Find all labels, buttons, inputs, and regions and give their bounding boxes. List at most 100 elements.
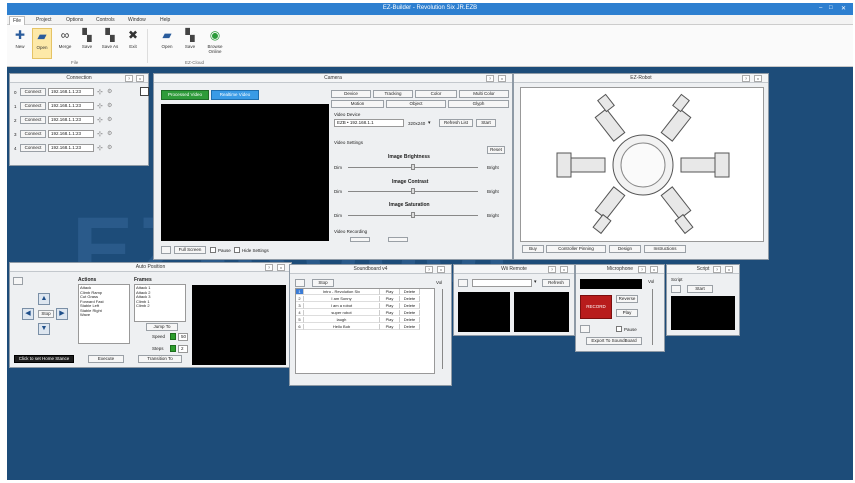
execute-button[interactable]: Execute (88, 355, 124, 363)
wifi-icon[interactable]: ⊹ (97, 144, 103, 152)
window-settings-button[interactable] (161, 246, 171, 254)
start-script-button[interactable]: Start (687, 285, 713, 293)
address-field[interactable]: 192.168.1.1:23 (48, 130, 94, 138)
move-up-button[interactable]: ▲ (38, 293, 50, 305)
record-start-button[interactable] (350, 237, 370, 242)
play-button[interactable]: Play (380, 317, 400, 323)
slider-thumb[interactable] (411, 164, 415, 170)
table-row[interactable]: 2 I am Sonny Play Delete (296, 296, 436, 302)
home-stance-button[interactable]: Click to set Home Stance (14, 355, 74, 363)
table-row[interactable]: 4 super robot Play Delete (296, 310, 436, 316)
reverse-button[interactable]: Reverse (616, 295, 638, 303)
window-help-button[interactable]: ? (486, 75, 494, 82)
window-help-button[interactable]: ? (713, 266, 721, 273)
jump-to-button[interactable]: Jump To (146, 323, 178, 331)
merge-button[interactable]: ∞ Merge (55, 28, 75, 59)
wifi-icon[interactable]: ⊹ (97, 88, 103, 96)
delete-button[interactable]: Delete (400, 324, 420, 330)
menu-file[interactable]: File (9, 16, 26, 25)
tab-color[interactable]: Color (415, 90, 457, 98)
window-close-button[interactable]: x (754, 75, 762, 82)
pause-checkbox[interactable] (616, 326, 622, 332)
delete-button[interactable]: Delete (400, 303, 420, 309)
record-button[interactable]: RECORD (580, 295, 612, 319)
delete-button[interactable]: Delete (400, 310, 420, 316)
move-right-button[interactable]: ▶ (56, 308, 68, 320)
window-close-button[interactable]: x (437, 266, 445, 273)
wifi-icon[interactable]: ⊹ (97, 130, 103, 138)
connect-button[interactable]: Connect (20, 144, 46, 152)
table-row[interactable]: 3 I am a robot Play Delete (296, 303, 436, 309)
table-row[interactable]: 1 Intro - Revolution Six Play Delete (296, 289, 436, 295)
address-field[interactable]: 192.168.1.1:23 (48, 102, 94, 110)
window-close-button[interactable]: x (650, 266, 658, 273)
table-row[interactable]: 5 laugh Play Delete (296, 317, 436, 323)
move-down-button[interactable]: ▼ (38, 323, 50, 335)
steps-field[interactable]: 2 (178, 345, 188, 353)
new-button[interactable]: ✚ New (10, 28, 30, 59)
window-settings-button[interactable] (458, 279, 468, 287)
settings-icon[interactable]: ⚙ (107, 88, 112, 95)
sound-name[interactable]: super robot (304, 310, 380, 316)
sound-name[interactable]: laugh (304, 317, 380, 323)
tab-buy[interactable]: Buy (522, 245, 544, 253)
browse-online-button[interactable]: ◉ Browse Online (203, 28, 227, 59)
cloud-save-button[interactable]: ▚ Save (180, 28, 200, 59)
realtime-video-button[interactable]: Realtime Video (211, 90, 259, 100)
start-camera-button[interactable]: Start (476, 119, 496, 127)
tab-glyph[interactable]: Glyph (448, 100, 509, 108)
tab-instructions[interactable]: Instructions (644, 245, 686, 253)
menu-controls[interactable]: Controls (93, 16, 118, 24)
tab-device[interactable]: Device (331, 90, 371, 98)
window-close-button[interactable]: x (725, 266, 733, 273)
settings-icon[interactable]: ⚙ (107, 116, 112, 123)
refresh-button[interactable]: Refresh (542, 279, 570, 287)
address-field[interactable]: 192.168.1.1:23 (48, 116, 94, 124)
stop-audio-button[interactable]: Stop (312, 279, 334, 287)
menu-options[interactable]: Options (63, 16, 86, 24)
play-button[interactable]: Play (380, 303, 400, 309)
settings-icon[interactable]: ⚙ (107, 144, 112, 151)
tab-multi-color[interactable]: Multi Color (459, 90, 509, 98)
reset-settings-button[interactable]: Reset (487, 146, 505, 154)
video-device-select[interactable]: EZB • 192.168.1.1 (334, 119, 404, 127)
list-item[interactable]: Wave (80, 312, 128, 318)
tab-object[interactable]: Object (386, 100, 446, 108)
tab-tracking[interactable]: Tracking (373, 90, 413, 98)
settings-icon[interactable]: ⚙ (107, 130, 112, 137)
record-stop-button[interactable] (388, 237, 408, 242)
list-item[interactable]: Climb 2 (136, 303, 184, 309)
maximize-button[interactable]: □ (829, 5, 833, 11)
window-close-button[interactable]: x (136, 75, 144, 82)
slider-thumb[interactable] (411, 212, 415, 218)
window-settings-button[interactable] (580, 325, 590, 333)
window-close-button[interactable]: x (498, 75, 506, 82)
sound-name[interactable]: Hello Bob (304, 324, 380, 330)
play-button[interactable]: Play (380, 289, 400, 295)
chevron-down-icon[interactable]: ▾ (534, 279, 537, 285)
camera-toggle-button[interactable] (140, 87, 149, 96)
wifi-icon[interactable]: ⊹ (97, 116, 103, 124)
play-button[interactable]: Play (380, 324, 400, 330)
frames-list[interactable]: Attack 1 Attack 2 Attack 3 Climb 1 Climb… (134, 284, 186, 322)
open-button[interactable]: ▰ Open (32, 28, 52, 59)
chevron-down-icon[interactable]: ▾ (428, 120, 431, 126)
menu-window[interactable]: Window (125, 16, 149, 24)
table-row[interactable]: 6 Hello Bob Play Delete (296, 324, 436, 330)
play-button[interactable]: Play (616, 309, 638, 317)
connect-button[interactable]: Connect (20, 116, 46, 124)
connect-button[interactable]: Connect (20, 102, 46, 110)
delete-button[interactable]: Delete (400, 317, 420, 323)
move-left-button[interactable]: ◀ (22, 308, 34, 320)
resolution-select[interactable]: 320x240 (408, 121, 425, 126)
connect-button[interactable]: Connect (20, 130, 46, 138)
wifi-icon[interactable]: ⊹ (97, 102, 103, 110)
wii-device-select[interactable] (472, 279, 532, 287)
slider-thumb[interactable] (411, 188, 415, 194)
full-screen-button[interactable]: Full Screen (174, 246, 206, 254)
window-help-button[interactable]: ? (425, 266, 433, 273)
window-help-button[interactable]: ? (125, 75, 133, 82)
delete-button[interactable]: Delete (400, 296, 420, 302)
sound-name[interactable]: I am a robot (304, 303, 380, 309)
speed-field[interactable]: 50 (178, 333, 188, 341)
